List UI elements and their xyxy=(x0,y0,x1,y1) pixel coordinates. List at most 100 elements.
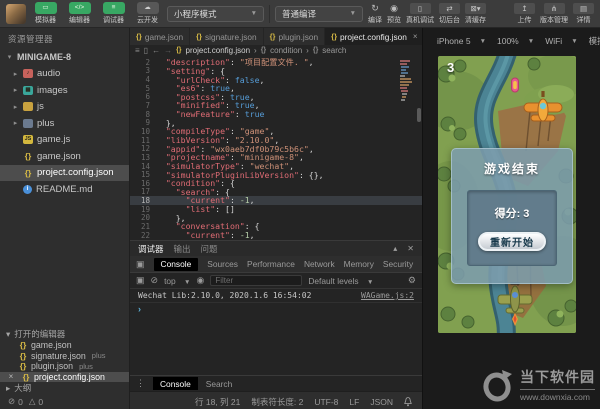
drawer-tab-search[interactable]: Search xyxy=(206,379,233,389)
network-dropdown[interactable]: WiFi ▼ xyxy=(545,36,577,46)
code-line[interactable]: 22 "current": -1, xyxy=(130,231,422,240)
editor-scrollbar[interactable] xyxy=(417,108,421,122)
details-button[interactable]: ▤ 详情 xyxy=(573,2,594,25)
open-editor-project-config-json[interactable]: × {} project.config.json xyxy=(0,371,129,382)
breadcrumb-condition[interactable]: condition xyxy=(270,46,302,55)
close-icon[interactable]: × xyxy=(413,32,418,41)
drawer-tab-console[interactable]: Console xyxy=(153,377,198,390)
close-icon[interactable]: × xyxy=(7,372,15,381)
clear-console-icon[interactable]: ⊘ xyxy=(151,276,159,285)
language-mode[interactable]: JSON xyxy=(370,397,393,407)
chevron-down-icon: ▼ xyxy=(366,278,374,286)
bookmark-icon[interactable]: ▯ xyxy=(144,46,148,55)
tab-size[interactable]: 制表符长度: 2 xyxy=(251,396,303,408)
tab-game-json[interactable]: {} game.json xyxy=(130,28,191,45)
compile-button[interactable]: ↻ 编译 xyxy=(368,3,382,25)
tree-item-project-config-json[interactable]: {} project.config.json xyxy=(0,164,129,181)
open-editor-plugin-json[interactable]: {} plugin.json plus xyxy=(0,361,129,372)
log-source-link[interactable]: WAGame.js:2 xyxy=(361,291,414,300)
tab-plugin-json[interactable]: {} plugin.json xyxy=(264,28,326,45)
problems-summary[interactable]: ⊘ 0 △ 0 xyxy=(0,394,129,409)
mode-dropdown[interactable]: 小程序模式 ▼ xyxy=(167,5,264,22)
devtools-tab-sources[interactable]: Sources xyxy=(207,259,238,269)
preview-button[interactable]: ◉ 预览 xyxy=(387,3,401,25)
editor-column: {} game.json {} signature.json {} plugin… xyxy=(130,28,454,409)
tree-item-game-json[interactable]: {} game.json xyxy=(0,148,129,165)
tree-item-plus[interactable]: ▸ plus xyxy=(0,115,129,132)
encoding[interactable]: UTF-8 xyxy=(314,397,338,407)
cloud-dev-button[interactable]: ☁ 云开发 xyxy=(133,2,162,25)
minimap[interactable] xyxy=(399,59,415,121)
devtools-tab-console[interactable]: Console xyxy=(153,257,199,271)
zoom-dropdown[interactable]: 100% ▼ xyxy=(497,36,534,46)
simulator-button[interactable]: ▭ 模拟器 xyxy=(31,2,60,25)
context-dropdown[interactable]: top ▼ xyxy=(164,276,190,286)
tree-item-game-js[interactable]: JS game.js xyxy=(0,132,129,149)
markdown-file-icon: i xyxy=(23,184,32,194)
score-label: 得分: 3 xyxy=(494,208,530,220)
restart-button[interactable]: 重新开始 xyxy=(478,232,546,251)
console-sidebar-icon[interactable]: ▣ xyxy=(136,276,145,285)
menu-icon[interactable]: ≡ xyxy=(135,46,140,55)
eol[interactable]: LF xyxy=(349,397,359,407)
compile-mode-dropdown[interactable]: 普通编译 ▼ xyxy=(275,5,363,22)
background-switch-button[interactable]: ⇄ 切后台 xyxy=(439,2,460,25)
tree-item-audio[interactable]: ▸ ♪ audio xyxy=(0,66,129,83)
audio-folder-icon: ♪ xyxy=(23,69,33,79)
breadcrumb-file[interactable]: project.config.json xyxy=(186,46,250,55)
outline-header[interactable]: ▸ 大纲 xyxy=(0,382,129,394)
tab-signature-json[interactable]: {} signature.json xyxy=(190,28,264,45)
watermark: 当下软件园 www.downxia.com xyxy=(482,367,595,402)
settings-gear-icon[interactable]: ⚙ xyxy=(408,276,416,285)
devtools-tab-performance[interactable]: Performance xyxy=(247,259,295,269)
log-levels-dropdown[interactable]: Default levels ▼ xyxy=(308,276,373,286)
console-filter-input[interactable] xyxy=(210,275,303,286)
clear-cache-button[interactable]: ⊠▾ 清缓存 xyxy=(465,2,486,25)
editor-button[interactable]: </> 编辑器 xyxy=(65,2,94,25)
user-avatar[interactable] xyxy=(6,3,26,24)
upload-icon: ↥ xyxy=(514,2,535,14)
explorer-title: 资源管理器 xyxy=(8,34,54,44)
device-dropdown[interactable]: iPhone 5 ▼ xyxy=(437,36,486,46)
panel-tab-debugger[interactable]: 调试器 xyxy=(138,243,164,255)
back-icon[interactable]: ← xyxy=(152,46,160,55)
devtools-tab-security[interactable]: Security xyxy=(383,259,413,269)
swap-icon: ⇄ xyxy=(439,2,460,14)
open-editor-signature-json[interactable]: {} signature.json plus xyxy=(0,351,129,362)
collapse-icon[interactable]: ▴ xyxy=(393,244,397,253)
tree-root[interactable]: ▾ MINIGAME-8 xyxy=(0,49,129,66)
file-explorer-sidebar: 资源管理器 ▾ MINIGAME-8 ▸ ♪ audio ▸ ▦ images … xyxy=(0,28,130,409)
cursor-position[interactable]: 行 18, 列 21 xyxy=(195,396,240,408)
code-editor[interactable]: 2 "description": "项目配置文件. ", 3 "setting":… xyxy=(130,56,422,240)
game-over-title: 游戏结束 xyxy=(483,162,540,176)
divider xyxy=(269,4,270,23)
object-icon: {} xyxy=(312,47,319,54)
inspect-device-icon[interactable]: ▣ xyxy=(136,259,145,269)
tree-item-js[interactable]: ▸ js xyxy=(0,99,129,116)
watermark-url: www.downxia.com xyxy=(520,392,590,402)
devtools-tab-memory[interactable]: Memory xyxy=(344,259,374,269)
remote-debug-button[interactable]: ▯ 真机调试 xyxy=(406,2,434,25)
version-control-button[interactable]: ⋔ 版本管理 xyxy=(540,2,568,25)
close-icon[interactable]: ✕ xyxy=(407,244,414,253)
tab-project-config-json[interactable]: {} project.config.json × xyxy=(325,28,422,45)
simulate-actions-dropdown[interactable]: 模拟操作 ▼ xyxy=(589,35,600,47)
json-file-icon: {} xyxy=(19,340,27,350)
forward-icon[interactable]: → xyxy=(164,46,172,55)
open-editor-game-json[interactable]: {} game.json xyxy=(0,340,129,351)
bell-icon[interactable] xyxy=(404,396,412,407)
live-expression-eye-icon[interactable]: ◉ xyxy=(196,276,204,285)
phone-screen[interactable]: 3 游戏结束 得分: 3 重新开始 xyxy=(438,56,576,333)
tree-item-images[interactable]: ▸ ▦ images xyxy=(0,82,129,99)
tree-item-readme[interactable]: i README.md xyxy=(0,181,129,198)
open-editors-header[interactable]: ▾ 打开的编辑器 xyxy=(0,328,129,340)
breadcrumb-search[interactable]: search xyxy=(322,46,346,55)
debugger-button[interactable]: ≡ 调试器 xyxy=(99,2,128,25)
upload-button[interactable]: ↥ 上传 xyxy=(514,2,535,25)
console-empty-area[interactable] xyxy=(130,315,422,375)
panel-tab-output[interactable]: 输出 xyxy=(174,243,191,255)
panel-tab-problems[interactable]: 问题 xyxy=(201,243,218,255)
console-prompt-row[interactable]: › xyxy=(130,303,422,315)
kebab-menu-icon[interactable]: ⋮ xyxy=(136,379,145,388)
devtools-tab-network[interactable]: Network xyxy=(304,259,335,269)
